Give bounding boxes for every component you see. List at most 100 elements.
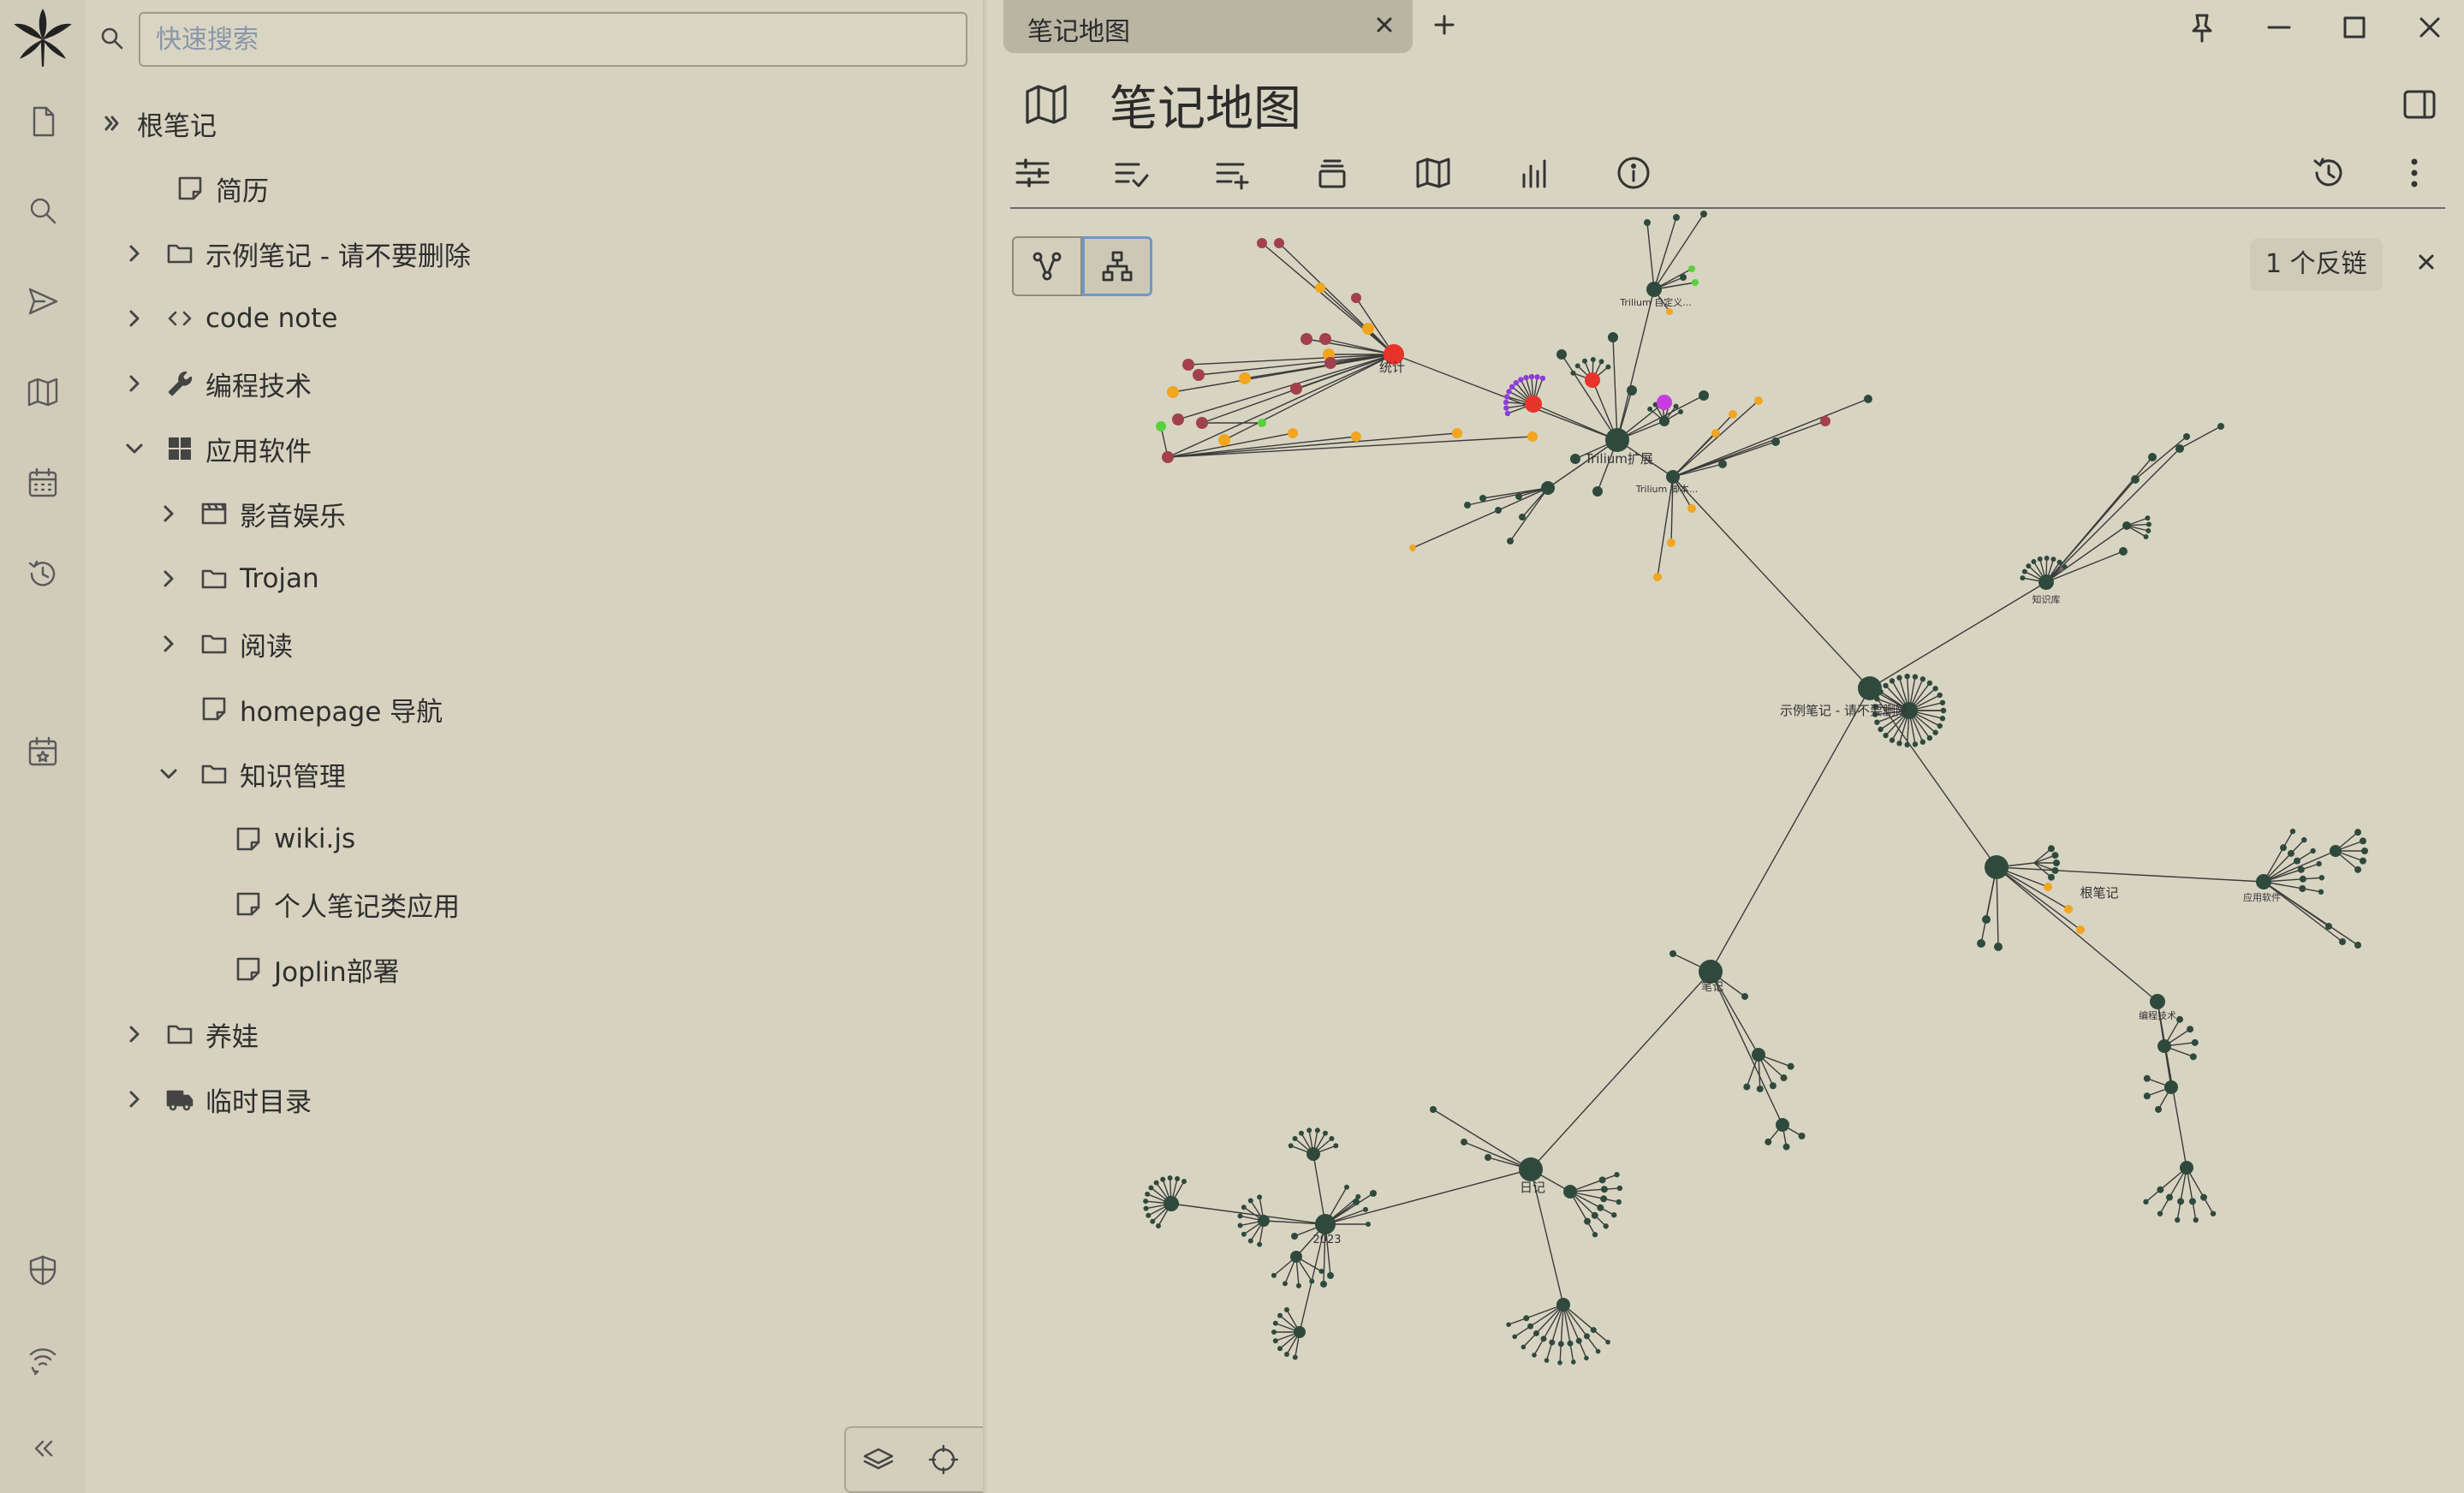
link-map-mode-icon[interactable] <box>1012 236 1082 296</box>
graph-node[interactable] <box>1592 486 1603 497</box>
graph-node[interactable] <box>1284 1351 1289 1357</box>
layers-icon[interactable] <box>857 1438 900 1481</box>
graph-node[interactable] <box>1525 396 1542 413</box>
graph-node[interactable] <box>1765 1138 1772 1145</box>
graph-node[interactable] <box>2038 574 2054 590</box>
graph-node[interactable] <box>1896 741 1902 746</box>
graph-node[interactable] <box>2143 1092 2151 1100</box>
graph-node[interactable] <box>1167 386 1179 398</box>
graph-node[interactable] <box>2191 1038 2199 1046</box>
graph-node[interactable] <box>2294 857 2301 865</box>
tree-item-knowledge[interactable]: 知识管理 <box>152 748 346 800</box>
graph-node[interactable] <box>1567 1340 1574 1347</box>
graph-node[interactable] <box>2146 521 2152 527</box>
tree-item-resume[interactable]: 简历 <box>139 163 269 214</box>
graph-node[interactable] <box>1306 1147 1320 1161</box>
graph-node[interactable] <box>1743 1083 1751 1091</box>
close-backlinks-icon[interactable] <box>2414 250 2440 276</box>
graph-node[interactable] <box>1150 1218 1156 1224</box>
graph-node[interactable] <box>1291 1233 1298 1240</box>
graph-node[interactable] <box>1539 375 1546 382</box>
graph-node[interactable] <box>1196 417 1208 429</box>
graph-node[interactable] <box>1688 265 1695 272</box>
graph-node[interactable] <box>1320 1281 1327 1288</box>
graph-node[interactable] <box>1605 1339 1610 1345</box>
graph-node[interactable] <box>2354 865 2362 873</box>
graph-node[interactable] <box>2020 575 2026 581</box>
graph-node[interactable] <box>1776 1118 1789 1132</box>
note-title[interactable]: 笔记地图 <box>1110 70 1301 140</box>
graph-node[interactable] <box>2187 1026 2194 1033</box>
tree-item-personal-notes[interactable]: 个人笔记类应用 <box>229 878 460 930</box>
graph-node[interactable] <box>1614 1171 1620 1178</box>
graph-node[interactable] <box>1518 377 1524 383</box>
chevron-down-icon[interactable] <box>118 432 151 465</box>
graph-node[interactable] <box>2280 844 2287 852</box>
graph-node[interactable] <box>1153 1180 1159 1186</box>
graph-node[interactable] <box>2050 556 2056 562</box>
graph-node[interactable] <box>1544 1358 1550 1363</box>
graph-node[interactable] <box>1563 1185 1577 1199</box>
graph-node[interactable] <box>2310 848 2316 854</box>
graph-node[interactable] <box>2330 845 2342 857</box>
graph-node[interactable] <box>1247 1238 1253 1244</box>
graph-node[interactable] <box>2064 905 2073 913</box>
graph-node[interactable] <box>1299 1130 1304 1136</box>
graph-node[interactable] <box>1644 219 1651 226</box>
graph-node[interactable] <box>1783 1143 1790 1151</box>
graph-node[interactable] <box>2150 994 2165 1009</box>
graph-node[interactable] <box>2131 475 2140 484</box>
graph-node[interactable] <box>1700 211 1707 217</box>
graph-node[interactable] <box>1798 1133 1806 1139</box>
graph-node[interactable] <box>2122 521 2131 530</box>
graph-node[interactable] <box>2145 515 2151 521</box>
tree-item-wikijs[interactable]: wiki.js <box>229 813 355 865</box>
graph-node[interactable] <box>2148 453 2157 461</box>
graph-node[interactable] <box>1932 686 1938 692</box>
graph-node[interactable] <box>1523 1315 1530 1322</box>
tree-item-trojan[interactable]: Trojan <box>152 553 319 604</box>
graph-node[interactable] <box>1366 1222 1371 1227</box>
close-window-icon[interactable] <box>2413 10 2447 45</box>
graph-node[interactable] <box>1324 357 1336 369</box>
graph-node[interactable] <box>1146 1212 1152 1218</box>
graph-node[interactable] <box>2354 942 2361 949</box>
graph-node[interactable] <box>1257 238 1267 248</box>
graph-node[interactable] <box>2339 938 2346 945</box>
graph-node[interactable] <box>1600 1186 1608 1193</box>
graph-node[interactable] <box>1595 1348 1601 1354</box>
graph-node[interactable] <box>2177 1198 2185 1205</box>
graph-node[interactable] <box>2299 875 2306 883</box>
graph-node[interactable] <box>1666 470 1680 484</box>
graph-node[interactable] <box>1985 855 2009 879</box>
graph-node[interactable] <box>1156 421 1166 431</box>
protected-session-icon[interactable] <box>19 1246 67 1294</box>
chevron-right-icon[interactable] <box>118 237 151 270</box>
graph-node[interactable] <box>2289 828 2296 835</box>
graph-node[interactable] <box>1584 1217 1591 1225</box>
graph-node[interactable] <box>1247 1198 1253 1204</box>
graph-node[interactable] <box>1430 1106 1437 1113</box>
graph-node[interactable] <box>1160 1176 1166 1182</box>
graph-node[interactable] <box>1977 939 1985 948</box>
graph-node[interactable] <box>1258 419 1266 427</box>
new-tab-icon[interactable] <box>1431 12 1461 41</box>
graph-node[interactable] <box>1919 676 1926 682</box>
graph-node[interactable] <box>1282 1281 1288 1287</box>
graph-node[interactable] <box>1771 437 1780 446</box>
backlinks-badge[interactable]: 1 个反链 <box>2250 238 2383 291</box>
graph-node[interactable] <box>1904 741 1910 748</box>
graph-node[interactable] <box>1659 416 1669 426</box>
graph-node[interactable] <box>1669 950 1676 957</box>
graph-node[interactable] <box>2301 836 2307 843</box>
graph-node[interactable] <box>1314 1127 1320 1133</box>
graph-node[interactable] <box>1556 1298 1570 1312</box>
graph-node[interactable] <box>1351 293 1361 303</box>
more-vertical-icon[interactable] <box>2392 151 2437 195</box>
graph-node[interactable] <box>1653 573 1662 581</box>
graph-node[interactable] <box>2037 556 2043 562</box>
graph-node[interactable] <box>2299 884 2306 892</box>
graph-node[interactable] <box>1323 1130 1328 1136</box>
promoted-attributes-icon[interactable] <box>1211 151 1255 195</box>
close-tab-icon[interactable] <box>1372 12 1397 38</box>
